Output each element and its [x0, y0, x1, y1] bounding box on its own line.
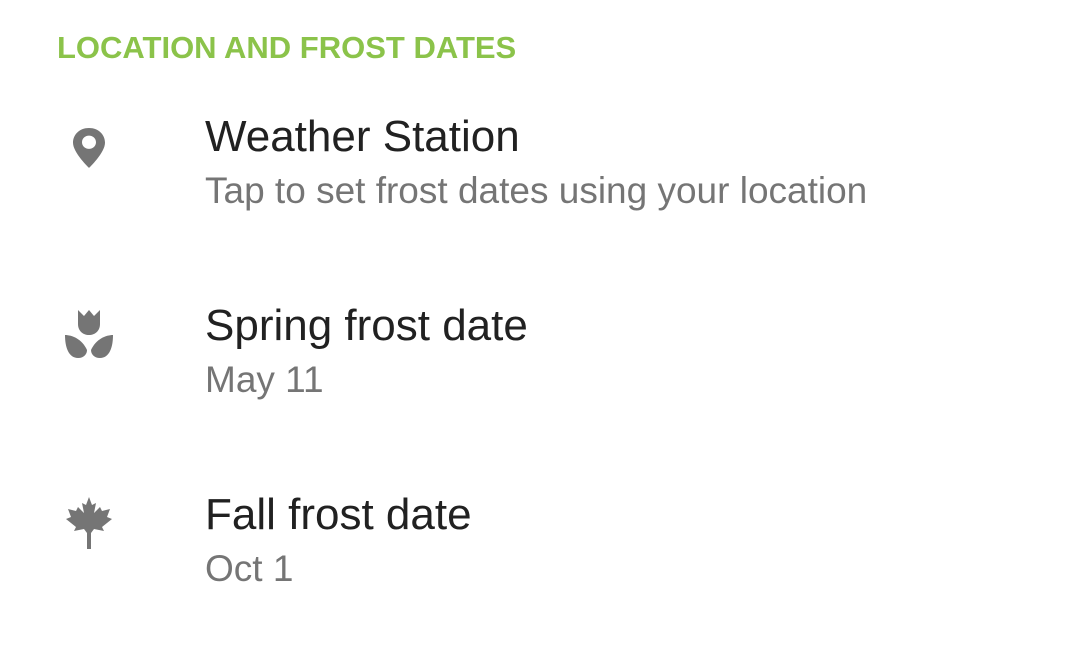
pref-item-spring-frost-date[interactable]: Spring frost date May 11	[0, 284, 1080, 474]
pref-summary: Tap to set frost dates using your locati…	[205, 170, 868, 211]
pref-title: Spring frost date	[205, 301, 528, 350]
pref-item-weather-station[interactable]: Weather Station Tap to set frost dates u…	[0, 95, 1080, 285]
pref-title: Fall frost date	[205, 490, 472, 539]
tulip-icon	[58, 302, 120, 364]
pref-summary: Oct 1	[205, 548, 294, 589]
maple-leaf-icon	[58, 491, 120, 553]
section-header-location-frost-dates: LOCATION AND FROST DATES	[57, 30, 517, 65]
location-pin-icon	[58, 113, 120, 175]
pref-item-fall-frost-date[interactable]: Fall frost date Oct 1	[0, 473, 1080, 663]
pref-title: Weather Station	[205, 112, 520, 161]
pref-summary: May 11	[205, 359, 324, 400]
